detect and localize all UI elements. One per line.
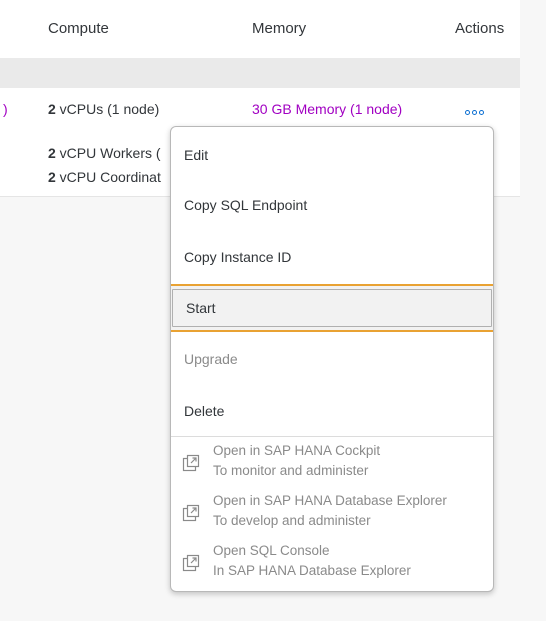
compute-count: 2	[48, 101, 56, 117]
menu-separator	[171, 436, 493, 437]
coordinator-count: 2	[48, 169, 56, 185]
overflow-dot-icon	[471, 109, 477, 115]
menu-item-upgrade: Upgrade	[184, 351, 238, 367]
compute-coordinator-cell: 2 vCPU Coordinat	[48, 169, 161, 185]
table-header-row: Compute Memory Actions	[0, 0, 520, 58]
column-header-compute: Compute	[48, 20, 109, 37]
menu-link-open-hana-cockpit[interactable]: Open in SAP HANA Cockpit To monitor and …	[171, 439, 493, 487]
link-title: Open in SAP HANA Cockpit	[213, 443, 381, 458]
workers-count: 2	[48, 145, 56, 161]
focus-outline	[172, 289, 492, 327]
compute-workers-cell: 2 vCPU Workers (	[48, 145, 161, 161]
coordinator-text: vCPU Coordinat	[55, 169, 161, 185]
link-subtitle: To monitor and administer	[213, 463, 369, 478]
menu-item-copy-sql-endpoint[interactable]: Copy SQL Endpoint	[171, 179, 493, 231]
menu-item-copy-instance-id[interactable]: Copy Instance ID	[171, 231, 493, 283]
memory-cell: 30 GB Memory (1 node)	[252, 101, 403, 117]
menu-item-delete[interactable]: Delete	[171, 385, 493, 437]
menu-item-start[interactable]: Start	[171, 284, 493, 332]
external-link-icon	[182, 454, 200, 472]
workers-text: vCPU Workers (	[55, 145, 161, 161]
column-header-actions: Actions	[455, 20, 505, 37]
truncated-cell-text: )	[3, 101, 8, 117]
menu-link-open-sql-console[interactable]: Open SQL Console In SAP HANA Database Ex…	[171, 539, 493, 587]
compute-cell: 2 vCPUs (1 node)	[48, 101, 159, 117]
menu-item-start-label: Start	[186, 300, 216, 316]
column-header-memory: Memory	[252, 20, 307, 37]
external-link-icon	[182, 504, 200, 522]
table-group-row	[0, 58, 520, 88]
more-actions-button[interactable]	[462, 104, 486, 120]
link-subtitle: In SAP HANA Database Explorer	[213, 563, 411, 578]
link-subtitle: To develop and administer	[213, 513, 371, 528]
link-title: Open SQL Console	[213, 543, 330, 558]
overflow-dot-icon	[464, 109, 470, 115]
actions-menu: Edit Copy SQL Endpoint Copy Instance ID …	[170, 126, 494, 592]
link-title: Open in SAP HANA Database Explorer	[213, 493, 447, 508]
menu-item-edit[interactable]: Edit	[171, 129, 493, 181]
menu-link-open-hana-database-explorer[interactable]: Open in SAP HANA Database Explorer To de…	[171, 489, 493, 537]
external-link-icon	[182, 554, 200, 572]
compute-text: vCPUs (1 node)	[55, 101, 160, 117]
overflow-dot-icon	[478, 109, 484, 115]
